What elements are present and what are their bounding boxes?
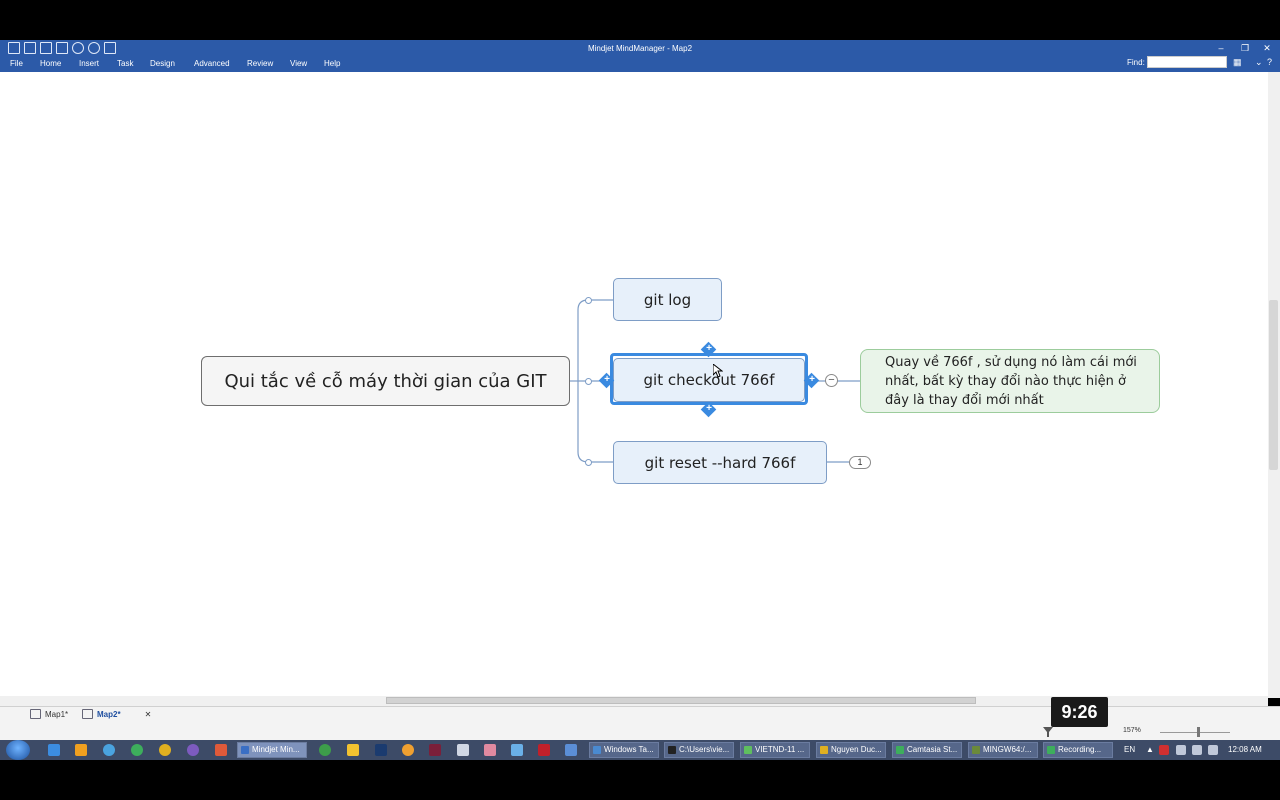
system-clock[interactable]: 12:08 AM bbox=[1228, 745, 1262, 754]
start-button[interactable] bbox=[6, 740, 30, 760]
close-tab-icon[interactable]: ✕ bbox=[145, 710, 152, 719]
topic-git-checkout[interactable]: git checkout 766f bbox=[613, 358, 805, 402]
language-indicator[interactable]: EN bbox=[1124, 745, 1135, 754]
connector-node[interactable] bbox=[585, 459, 592, 466]
topic-git-reset[interactable]: git reset --hard 766f bbox=[613, 441, 827, 484]
vivaldi-icon[interactable] bbox=[1159, 745, 1169, 755]
mouse-cursor-icon bbox=[713, 364, 723, 378]
taskbar-item-camtasia[interactable]: Camtasia St... bbox=[892, 742, 962, 758]
app-icon-red[interactable] bbox=[215, 744, 227, 756]
viber-icon[interactable] bbox=[187, 744, 199, 756]
photoshop-icon[interactable] bbox=[375, 744, 387, 756]
plus-icon: + bbox=[706, 343, 712, 354]
app-icon-orange[interactable] bbox=[402, 744, 414, 756]
keyboard-icon[interactable] bbox=[511, 744, 523, 756]
note-topic[interactable]: Quay về 766f , sử dụng nó làm cái mới nh… bbox=[860, 349, 1160, 413]
topic-git-log[interactable]: git log bbox=[613, 278, 722, 321]
map-icon bbox=[30, 709, 41, 719]
indesign-icon[interactable] bbox=[429, 744, 441, 756]
taskbar-item-mindjet[interactable]: Mindjet Min... bbox=[237, 742, 307, 758]
central-topic[interactable]: Qui tắc về cỗ máy thời gian của GIT bbox=[201, 356, 570, 406]
taskbar-item-vietnd[interactable]: VIETND-11 ... bbox=[740, 742, 810, 758]
app-icon-pink[interactable] bbox=[484, 744, 496, 756]
tab-map2[interactable]: Map2* ✕ bbox=[82, 709, 151, 719]
horizontal-scroll-thumb[interactable] bbox=[386, 697, 976, 704]
taskbar-item-chrome[interactable]: Nguyen Duc... bbox=[816, 742, 886, 758]
tray-icon[interactable] bbox=[1176, 745, 1186, 755]
zoom-slider[interactable] bbox=[1160, 732, 1230, 733]
connector-node[interactable] bbox=[585, 378, 592, 385]
connector-node[interactable] bbox=[585, 297, 592, 304]
zoom-slider-thumb[interactable] bbox=[1197, 727, 1200, 737]
taskbar-item-windows-task[interactable]: Windows Ta... bbox=[589, 742, 659, 758]
video-timer: 9:26 bbox=[1051, 697, 1108, 727]
taskbar-item-mingw[interactable]: MINGW64:/... bbox=[968, 742, 1038, 758]
taskbar-item-explorer[interactable]: C:\Users\vie... bbox=[664, 742, 734, 758]
media-player-icon[interactable] bbox=[75, 744, 87, 756]
acrobat-icon[interactable] bbox=[538, 744, 550, 756]
collapsed-count-badge[interactable]: 1 bbox=[849, 456, 871, 469]
tab-map2-label: Map2* bbox=[97, 709, 121, 719]
chrome-canary-icon[interactable] bbox=[131, 744, 143, 756]
volume-icon[interactable] bbox=[1208, 745, 1218, 755]
app-icon[interactable] bbox=[103, 744, 115, 756]
taskbar-item-recording[interactable]: Recording... bbox=[1043, 742, 1113, 758]
plus-icon: + bbox=[706, 403, 712, 414]
plus-icon: + bbox=[809, 374, 815, 385]
tray-expand-icon[interactable]: ▲ bbox=[1146, 745, 1154, 754]
tab-map1-label: Map1* bbox=[45, 709, 69, 719]
ie-icon[interactable] bbox=[48, 744, 60, 756]
chrome-icon[interactable] bbox=[159, 744, 171, 756]
network-icon[interactable] bbox=[565, 744, 577, 756]
vertical-scroll-thumb[interactable] bbox=[1269, 300, 1278, 470]
drive-icon[interactable] bbox=[347, 744, 359, 756]
plus-icon: + bbox=[604, 374, 610, 385]
collapse-button[interactable]: − bbox=[825, 374, 838, 387]
app-icon-green[interactable] bbox=[319, 744, 331, 756]
tab-map1[interactable]: Map1* bbox=[30, 709, 68, 719]
network-tray-icon[interactable] bbox=[1192, 745, 1202, 755]
map-icon bbox=[82, 709, 93, 719]
pen-icon[interactable] bbox=[457, 744, 469, 756]
zoom-level: 157% bbox=[1123, 727, 1141, 734]
